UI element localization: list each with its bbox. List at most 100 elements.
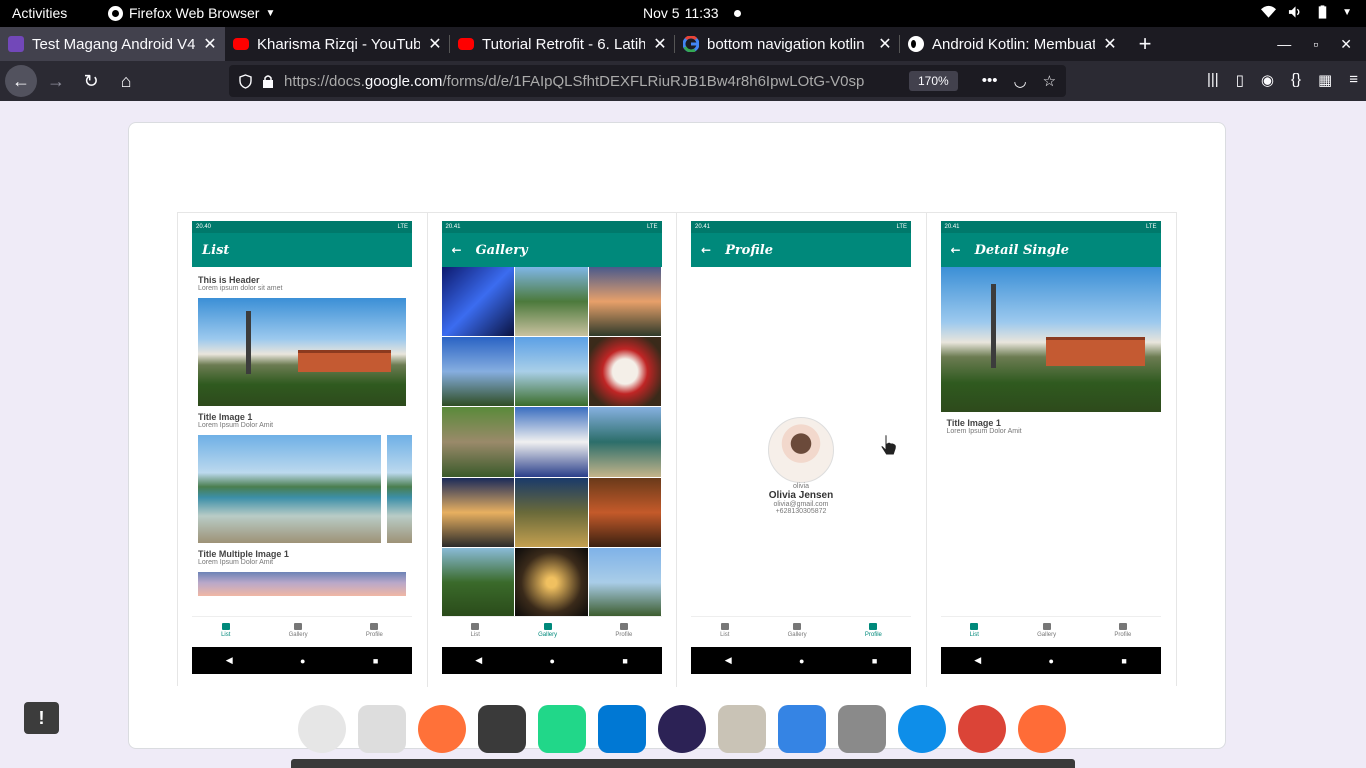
nav-list[interactable]: List xyxy=(720,623,729,638)
nav-profile[interactable]: Profile xyxy=(865,623,882,638)
nav-profile[interactable]: Profile xyxy=(615,623,632,638)
home-circle-icon: ● xyxy=(300,655,306,666)
eclipse-icon[interactable] xyxy=(658,705,706,753)
close-icon[interactable]: ✕ xyxy=(653,34,667,54)
activities-button[interactable]: Activities xyxy=(12,5,67,21)
phone-mockup: 20.41 LTE ← Detail Single Title Image 1 Lo… xyxy=(940,221,1161,674)
close-icon[interactable]: ✕ xyxy=(1103,34,1117,54)
files-icon[interactable] xyxy=(718,705,766,753)
youtube-icon xyxy=(233,38,249,50)
phone-status-bar: 20.41 LTE xyxy=(441,221,662,233)
profile-info: olivia Olivia Jensen olivia@gmail.com +6… xyxy=(691,417,911,515)
zoom-level[interactable]: 170% xyxy=(909,71,958,91)
url-text[interactable]: https://docs.google.com/forms/d/e/1FAIpQ… xyxy=(284,73,899,90)
tab-bottom-navigation[interactable]: bottom navigation kotlin ✕ xyxy=(675,27,900,61)
gallery-icon xyxy=(1042,623,1051,630)
time: 11:33 xyxy=(684,5,719,21)
gallery-icon xyxy=(793,623,802,630)
profile-email: olivia@gmail.com xyxy=(773,501,829,508)
chrome-icon[interactable] xyxy=(958,705,1006,753)
android-studio-icon[interactable] xyxy=(298,705,346,753)
avatar xyxy=(768,417,834,483)
forward-button[interactable]: → xyxy=(40,65,72,97)
nav-gallery[interactable]: Gallery xyxy=(788,623,807,638)
screenshot-icon[interactable] xyxy=(778,705,826,753)
dock xyxy=(298,705,1066,759)
close-icon[interactable]: ✕ xyxy=(878,34,892,54)
app-menu[interactable]: Firefox Web Browser ▼ xyxy=(108,5,275,21)
gallery-photo xyxy=(515,267,588,337)
nav-gallery[interactable]: Gallery xyxy=(1037,623,1056,638)
extensions-grid-icon[interactable]: ▦ xyxy=(1318,71,1332,89)
nav-list[interactable]: List xyxy=(471,623,480,638)
gallery-photo xyxy=(588,477,662,547)
bottom-navigation: List Gallery Profile xyxy=(691,616,911,644)
tab-kharisma-youtube[interactable]: Kharisma Rizqi - YouTube ✕ xyxy=(225,27,450,61)
item-subtitle: Lorem Ipsum Dolor Amit xyxy=(946,428,1022,435)
beach-image xyxy=(387,435,412,543)
extension-icon[interactable]: {} xyxy=(1291,71,1301,89)
menu-icon[interactable]: ≡ xyxy=(1349,71,1358,89)
battery-icon xyxy=(1318,5,1327,19)
close-icon[interactable]: ✕ xyxy=(428,34,442,54)
phone-status-bar: 20.41 LTE xyxy=(691,221,911,233)
back-arrow-icon: ← xyxy=(451,243,462,257)
system-tray[interactable]: ▼ xyxy=(1261,5,1352,19)
lock-icon[interactable] xyxy=(262,74,274,88)
close-icon[interactable]: ✕ xyxy=(203,34,217,54)
recents-square-icon: ■ xyxy=(1121,655,1127,666)
more-actions-icon[interactable]: ••• xyxy=(982,72,998,90)
screen-list: 20.40 LTE List This is Header Lorem ipsum… xyxy=(178,213,428,687)
bottom-navigation: List Gallery Profile xyxy=(441,616,662,644)
app-bar-title: Profile xyxy=(725,242,774,258)
person-icon xyxy=(869,623,878,630)
landscape-image xyxy=(940,267,1161,412)
minimize-icon[interactable]: — xyxy=(1277,36,1291,52)
system-top-bar: Activities Firefox Web Browser ▼ Nov 5 1… xyxy=(0,0,1366,27)
new-tab-button[interactable]: + xyxy=(1125,27,1165,61)
home-circle-icon: ● xyxy=(1048,655,1054,666)
nav-profile[interactable]: Profile xyxy=(366,623,383,638)
reload-button[interactable]: ↻ xyxy=(75,65,107,97)
postman-icon[interactable] xyxy=(1018,705,1066,753)
nav-gallery[interactable]: Gallery xyxy=(289,623,308,638)
gallery-icon xyxy=(543,623,552,630)
library-icon[interactable]: ||| xyxy=(1207,71,1219,89)
app-bar-title: List xyxy=(202,242,230,258)
back-button[interactable]: ← xyxy=(5,65,37,97)
terminal-icon[interactable] xyxy=(478,705,526,753)
app-bar-title: Gallery xyxy=(475,242,528,258)
teamviewer-icon[interactable] xyxy=(898,705,946,753)
firefox-icon[interactable] xyxy=(418,705,466,753)
app-bar: ← Detail Single xyxy=(940,233,1161,267)
bookmark-star-icon[interactable]: ☆ xyxy=(1043,72,1056,90)
close-window-icon[interactable]: ✕ xyxy=(1340,36,1352,53)
chevron-down-icon: ▼ xyxy=(265,7,276,19)
nav-gallery[interactable]: Gallery xyxy=(538,623,557,638)
shield-icon[interactable] xyxy=(239,73,252,89)
forms-icon xyxy=(8,36,24,52)
account-icon[interactable]: ◉ xyxy=(1261,71,1274,89)
home-button[interactable]: ⌂ xyxy=(110,65,142,97)
screen-gallery: 20.41 LTE ← Gallery List Gallery Profile… xyxy=(427,213,677,687)
gallery-photo xyxy=(588,267,662,337)
tab-tutorial-retrofit[interactable]: Tutorial Retrofit - 6. Latih ✕ xyxy=(450,27,675,61)
intellij-icon[interactable] xyxy=(538,705,586,753)
person-icon xyxy=(1118,623,1127,630)
nav-list[interactable]: List xyxy=(221,623,230,638)
sidebar-icon[interactable]: ▯ xyxy=(1236,71,1244,89)
vscode-icon[interactable] xyxy=(598,705,646,753)
navigation-bar: ← → ↻ ⌂ https://docs.google.com/forms/d/… xyxy=(0,61,1366,101)
feedback-button[interactable]: ! xyxy=(24,702,59,734)
maximize-icon[interactable]: ▫ xyxy=(1313,36,1318,52)
tab-test-magang[interactable]: Test Magang Android V4 ✕ xyxy=(0,27,225,61)
url-bar[interactable]: https://docs.google.com/forms/d/e/1FAIpQ… xyxy=(229,65,1066,97)
tab-android-kotlin[interactable]: Android Kotlin: Membuat ✕ xyxy=(900,27,1125,61)
profile-phone: +628130305872 xyxy=(775,508,827,515)
database-icon[interactable] xyxy=(838,705,886,753)
nav-list[interactable]: List xyxy=(970,623,979,638)
text-editor-icon[interactable] xyxy=(358,705,406,753)
pocket-icon[interactable]: ◡ xyxy=(1013,72,1026,90)
nav-profile[interactable]: Profile xyxy=(1114,623,1131,638)
clock[interactable]: Nov 5 11:33 xyxy=(643,5,741,21)
